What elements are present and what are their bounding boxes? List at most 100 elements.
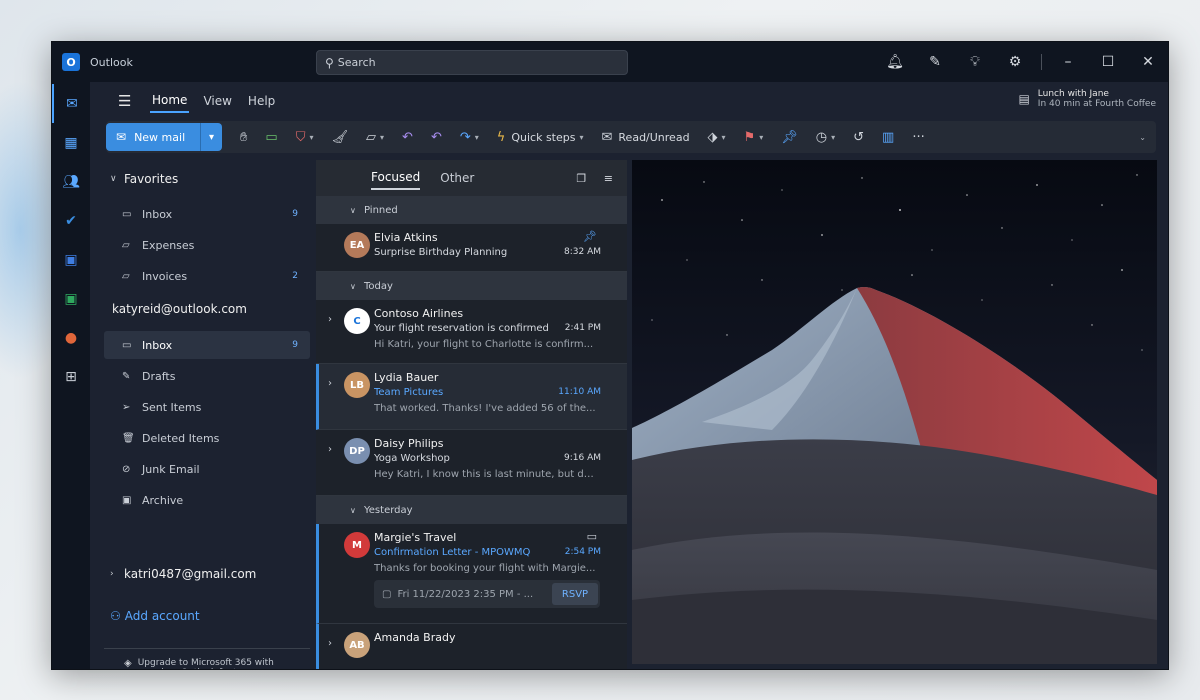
message-subject: Your flight reservation is confirmed xyxy=(374,323,549,334)
lightning-icon[interactable]: ϟ xyxy=(497,130,506,145)
account-header-outlook[interactable]: katyreid@outlook.com xyxy=(112,302,247,316)
folder-drafts[interactable]: ✎ Drafts xyxy=(104,362,310,390)
tab-help[interactable]: Help xyxy=(246,90,277,112)
group-today[interactable]: ∨ Today xyxy=(316,272,627,300)
message-sender: Elvia Atkins xyxy=(374,231,438,244)
folder-label: Archive xyxy=(142,493,184,507)
message-item[interactable]: › AB Amanda Brady xyxy=(316,624,627,669)
message-item[interactable]: › DP Daisy Philips Yoga Workshop 9:16 AM… xyxy=(316,430,627,496)
undo-icon[interactable]: ↺ xyxy=(853,130,864,145)
folder-archive[interactable]: ▣ Archive xyxy=(104,486,310,514)
read-unread-button[interactable]: Read/Unread xyxy=(618,131,689,144)
powerpoint-icon[interactable]: ● xyxy=(52,318,90,357)
favorite-invoices[interactable]: ▱ Invoices 2 xyxy=(104,262,310,290)
group-pinned[interactable]: ∨ Pinned xyxy=(316,196,627,224)
forward-dropdown-icon[interactable]: ▾ xyxy=(475,133,479,142)
pin-icon[interactable]: 📌︎ xyxy=(781,130,798,145)
reply-icon[interactable]: ↶ xyxy=(402,130,413,145)
people-icon[interactable]: 👥︎ xyxy=(52,162,90,201)
add-person-icon: ⚇ xyxy=(110,609,121,623)
message-sender: Daisy Philips xyxy=(374,437,444,450)
search-input[interactable] xyxy=(337,56,598,69)
quick-steps-dropdown-icon[interactable]: ▾ xyxy=(579,133,583,142)
bell-icon[interactable]: 🔔︎ xyxy=(875,54,915,70)
forward-icon[interactable]: ↷ xyxy=(460,130,471,145)
upgrade-promo[interactable]: ◈ Upgrade to Microsoft 365 with premium … xyxy=(124,658,284,669)
snooze-dropdown-icon[interactable]: ▾ xyxy=(831,133,835,142)
minimize-icon[interactable]: – xyxy=(1048,54,1088,70)
move-dropdown-icon[interactable]: ▾ xyxy=(380,133,384,142)
favorite-expenses[interactable]: ▱ Expenses xyxy=(104,231,310,259)
lightbulb-icon[interactable]: 💡︎ xyxy=(955,54,995,70)
pin-icon[interactable]: 📌︎ xyxy=(583,230,597,243)
avatar: EA xyxy=(344,232,370,258)
sweep-icon[interactable]: 🧹︎ xyxy=(332,130,349,145)
move-icon[interactable]: ▱ xyxy=(366,130,376,145)
immersive-reader-icon[interactable]: ▥ xyxy=(882,130,894,145)
tab-other[interactable]: Other xyxy=(440,167,474,189)
message-item[interactable]: M Margie's Travel ▭ Confirmation Letter … xyxy=(316,524,627,624)
close-icon[interactable]: ✕ xyxy=(1128,54,1168,70)
folder-junk[interactable]: ⊘ Junk Email xyxy=(104,455,310,483)
new-mail-dropdown-icon[interactable]: ▾ xyxy=(200,123,222,151)
group-yesterday[interactable]: ∨ Yesterday xyxy=(316,496,627,524)
envelope-open-icon[interactable]: ✉ xyxy=(602,130,613,145)
search-box[interactable]: ⚲ xyxy=(316,50,628,75)
folder-sent[interactable]: ➢ Sent Items xyxy=(104,393,310,421)
excel-icon[interactable]: ▣ xyxy=(52,279,90,318)
favorites-label: Favorites xyxy=(124,172,179,186)
word-icon[interactable]: ▣ xyxy=(52,240,90,279)
todo-icon[interactable]: ✔ xyxy=(52,201,90,240)
apps-icon[interactable]: ⊞ xyxy=(52,357,90,396)
message-subject: Surprise Birthday Planning xyxy=(374,247,508,258)
archive-icon[interactable]: ▭ xyxy=(265,130,277,145)
chevron-right-icon[interactable]: › xyxy=(328,314,332,325)
hand-icon[interactable]: ✋︎ xyxy=(240,130,247,145)
chevron-right-icon[interactable]: › xyxy=(328,378,332,389)
new-mail-button[interactable]: ✉ New mail ▾ xyxy=(106,123,222,151)
folder-deleted[interactable]: 🗑︎ Deleted Items xyxy=(104,424,310,452)
message-time: 8:32 AM xyxy=(564,247,601,257)
message-item[interactable]: EA Elvia Atkins Surprise Birthday Planni… xyxy=(316,224,627,272)
select-icon[interactable]: ❐ xyxy=(576,172,586,185)
avatar: AB xyxy=(344,632,370,658)
compose-icon[interactable]: ✎ xyxy=(915,54,955,70)
expand-ribbon-icon[interactable]: ⌄ xyxy=(1139,133,1146,142)
menu-icon[interactable]: ☰ xyxy=(118,92,138,110)
quick-steps-button[interactable]: Quick steps xyxy=(511,131,575,144)
reply-all-icon[interactable]: ↶ xyxy=(431,130,442,145)
tab-view[interactable]: View xyxy=(201,90,233,112)
favorites-header[interactable]: ∨ Favorites xyxy=(110,172,178,186)
flag-icon[interactable]: ⚑ xyxy=(744,130,756,145)
drafts-icon: ✎ xyxy=(122,370,131,382)
more-options-icon[interactable]: ··· xyxy=(912,130,924,145)
tag-icon[interactable]: ⬗ xyxy=(708,130,718,145)
message-item[interactable]: › LB Lydia Bauer Team Pictures 11:10 AM … xyxy=(316,364,627,430)
folder-label: Sent Items xyxy=(142,400,202,414)
calendar-icon[interactable]: ▦ xyxy=(52,123,90,162)
avatar: LB xyxy=(344,372,370,398)
tab-home[interactable]: Home xyxy=(150,89,190,113)
flag-dropdown-icon[interactable]: ▾ xyxy=(759,133,763,142)
meeting-reminder[interactable]: ▤ Lunch with Jane In 40 min at Fourth Co… xyxy=(1018,89,1156,109)
report-dropdown-icon[interactable]: ▾ xyxy=(309,133,313,142)
new-mail-label: New mail xyxy=(134,130,186,144)
add-account-link[interactable]: ⚇ Add account xyxy=(110,609,200,623)
tab-focused[interactable]: Focused xyxy=(371,166,421,190)
maximize-icon[interactable]: ☐ xyxy=(1088,54,1128,70)
folder-inbox[interactable]: ▭ Inbox 9 xyxy=(104,331,310,359)
report-icon[interactable]: ⛉ xyxy=(296,130,306,145)
tag-dropdown-icon[interactable]: ▾ xyxy=(722,133,726,142)
account-header-gmail[interactable]: › katri0487@gmail.com xyxy=(110,567,256,581)
folder-divider xyxy=(104,648,310,649)
favorite-inbox[interactable]: ▭ Inbox 9 xyxy=(104,200,310,228)
message-item[interactable]: › C Contoso Airlines Your flight reserva… xyxy=(316,300,627,364)
rsvp-button[interactable]: RSVP xyxy=(552,583,598,605)
gear-icon[interactable]: ⚙ xyxy=(995,54,1035,70)
folder-label: Invoices xyxy=(142,269,188,283)
chevron-right-icon[interactable]: › xyxy=(328,444,332,455)
snooze-icon[interactable]: ◷ xyxy=(816,130,827,145)
chevron-right-icon[interactable]: › xyxy=(328,638,332,649)
filter-icon[interactable]: ≡ xyxy=(604,172,613,185)
mail-icon[interactable]: ✉ xyxy=(52,84,90,123)
